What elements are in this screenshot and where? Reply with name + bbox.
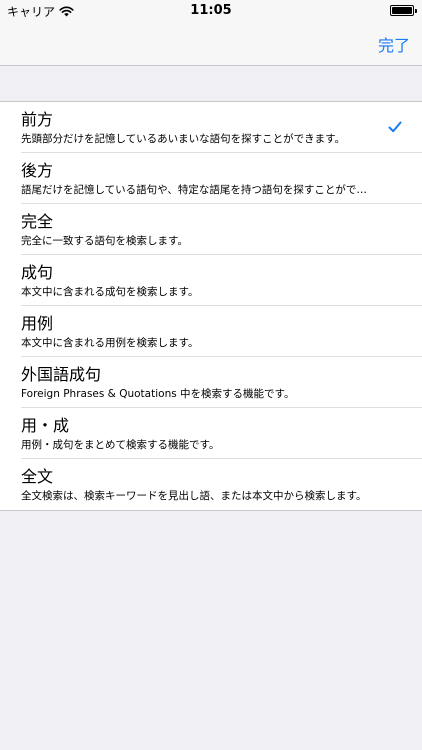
search-mode-forward[interactable]: 前方 先頭部分だけを記憶しているあいまいな語句を探すことができます。	[0, 102, 422, 153]
option-description: 本文中に含まれる成句を検索します。	[21, 286, 199, 298]
search-mode-foreign-phrase[interactable]: 外国語成句 Foreign Phrases & Quotations 中を検索す…	[0, 357, 422, 408]
search-mode-fulltext[interactable]: 全文 全文検索は、検索キーワードを見出し語、または本文中から検索します。	[0, 459, 422, 510]
option-description: 完全に一致する語句を検索します。	[21, 235, 188, 247]
search-mode-list: 前方 先頭部分だけを記憶しているあいまいな語句を探すことができます。 後方 語尾…	[0, 101, 422, 511]
option-description: 語尾だけを記憶している語句や、特定な語尾を持つ語句を探すことがで…	[21, 184, 367, 196]
search-mode-exact[interactable]: 完全 完全に一致する語句を検索します。	[0, 204, 422, 255]
option-title: 用・成	[21, 416, 70, 435]
search-mode-example[interactable]: 用例 本文中に含まれる用例を検索します。	[0, 306, 422, 357]
option-description: Foreign Phrases & Quotations 中を検索する機能です。	[21, 388, 295, 400]
status-bar: キャリア 11:05	[0, 0, 422, 22]
search-mode-example-and-phrase[interactable]: 用・成 用例・成句をまとめて検索する機能です。	[0, 408, 422, 459]
option-title: 外国語成句	[21, 365, 102, 384]
option-title: 前方	[21, 110, 54, 129]
search-mode-backward[interactable]: 後方 語尾だけを記憶している語句や、特定な語尾を持つ語句を探すことがで…	[0, 153, 422, 204]
option-description: 本文中に含まれる用例を検索します。	[21, 337, 199, 349]
checkmark-icon	[388, 121, 402, 133]
option-description: 用例・成句をまとめて検索する機能です。	[21, 439, 220, 451]
option-description: 先頭部分だけを記憶しているあいまいな語句を探すことができます。	[21, 133, 346, 145]
option-title: 全文	[21, 467, 54, 486]
option-title: 用例	[21, 314, 54, 333]
option-title: 成句	[21, 263, 54, 282]
status-time: 11:05	[190, 3, 232, 18]
option-description: 全文検索は、検索キーワードを見出し語、または本文中から検索します。	[21, 490, 367, 502]
navigation-bar: 完了	[0, 22, 422, 66]
option-title: 完全	[21, 212, 54, 231]
option-title: 後方	[21, 161, 54, 180]
battery-icon	[390, 5, 417, 16]
done-button[interactable]: 完了	[378, 32, 410, 56]
search-mode-phrase[interactable]: 成句 本文中に含まれる成句を検索します。	[0, 255, 422, 306]
